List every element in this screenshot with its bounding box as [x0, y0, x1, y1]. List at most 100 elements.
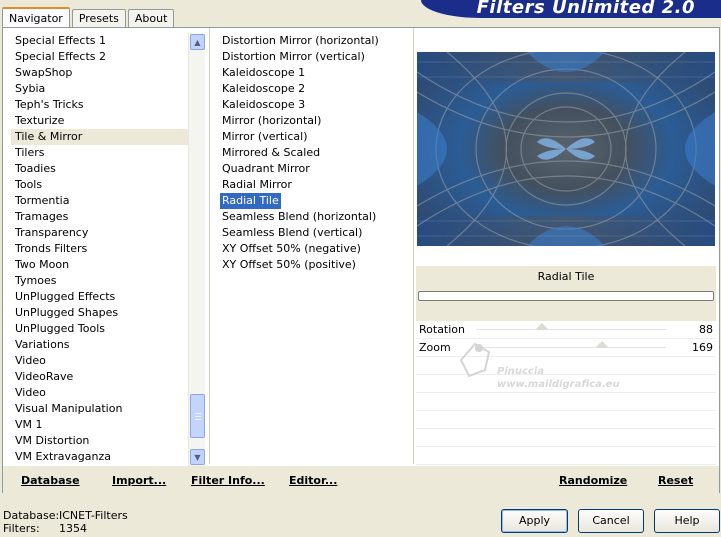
parameter-area: Rotation 88 Zoom 169	[416, 321, 716, 465]
database-link[interactable]: Database	[21, 474, 80, 487]
tab-presets[interactable]: Presets	[71, 9, 126, 27]
filter-item[interactable]: XY Offset 50% (negative)	[220, 241, 363, 257]
category-list[interactable]: Special Effects 1 Special Effects 2 SwapSh…	[11, 33, 191, 466]
app-banner: Filters Unlimited 2.0	[421, 0, 721, 18]
status-filters: Filters: 1354	[3, 522, 128, 535]
category-item[interactable]: Tilers	[11, 145, 191, 161]
category-item[interactable]: UnPlugged Shapes	[11, 305, 191, 321]
category-item[interactable]: Visual Manipulation	[11, 401, 191, 417]
category-item[interactable]: Tronds Filters	[11, 241, 191, 257]
filter-row: Distortion Mirror (vertical)	[220, 49, 410, 65]
slider-track[interactable]	[476, 329, 666, 330]
category-item[interactable]: UnPlugged Effects	[11, 289, 191, 305]
status-value: 1354	[59, 522, 87, 535]
slider-thumb[interactable]	[534, 323, 549, 330]
filter-item[interactable]: Seamless Blend (horizontal)	[220, 209, 378, 225]
filter-row: Mirror (horizontal)	[220, 113, 410, 129]
category-item[interactable]: Two Moon	[11, 257, 191, 273]
slider-track[interactable]	[476, 347, 666, 348]
status-area: Database: ICNET-Filters Filters: 1354	[3, 509, 128, 535]
category-item[interactable]: Video	[11, 353, 191, 369]
divider	[413, 28, 414, 464]
status-label: Filters:	[3, 522, 40, 535]
slider-thumb[interactable]	[594, 341, 609, 348]
category-item[interactable]: VM Distortion	[11, 433, 191, 449]
apply-button[interactable]: Apply	[501, 509, 568, 533]
param-rotation[interactable]: Rotation 88	[416, 321, 716, 339]
filter-row: XY Offset 50% (negative)	[220, 241, 410, 257]
filter-item[interactable]: Kaleidoscope 1	[220, 65, 307, 81]
filter-row: Mirrored & Scaled	[220, 145, 410, 161]
category-item[interactable]: Special Effects 1	[11, 33, 191, 49]
category-item[interactable]: Transparency	[11, 225, 191, 241]
category-item[interactable]: Tile & Mirror	[11, 129, 191, 145]
category-item[interactable]: Tymoes	[11, 273, 191, 289]
category-item[interactable]: Sybia	[11, 81, 191, 97]
grip-line	[195, 419, 201, 420]
filter-row: Radial Tile	[220, 193, 410, 209]
import-link[interactable]: Import...	[112, 474, 166, 487]
filter-row: Seamless Blend (vertical)	[220, 225, 410, 241]
navigator-panel: Special Effects 1 Special Effects 2 SwapSh…	[2, 27, 720, 493]
scroll-thumb[interactable]	[190, 394, 205, 438]
tab-navigator[interactable]: Navigator	[2, 7, 70, 28]
grip-line	[195, 416, 201, 417]
filter-item[interactable]: Radial Mirror	[220, 177, 294, 193]
help-button[interactable]: Help	[654, 509, 720, 533]
preview-artwork	[417, 52, 715, 246]
status-label: Database:	[3, 509, 60, 522]
filter-item[interactable]: Radial Tile	[220, 193, 281, 209]
filter-item[interactable]: Distortion Mirror (vertical)	[220, 49, 367, 65]
category-item[interactable]: Teph's Tricks	[11, 97, 191, 113]
param-label: Rotation	[419, 323, 466, 336]
param-empty-row	[416, 393, 716, 411]
randomize-link[interactable]: Randomize	[559, 474, 627, 487]
category-item[interactable]: Special Effects 2	[11, 49, 191, 65]
editor-link[interactable]: Editor...	[289, 474, 337, 487]
cancel-button[interactable]: Cancel	[578, 509, 644, 533]
filter-row: Kaleidoscope 1	[220, 65, 410, 81]
category-scrollbar[interactable]: ▲ ▼	[188, 33, 205, 466]
category-item[interactable]: Tramages	[11, 209, 191, 225]
filter-item[interactable]: XY Offset 50% (positive)	[220, 257, 358, 273]
scroll-up-button[interactable]: ▲	[190, 34, 205, 50]
param-empty-row	[416, 411, 716, 429]
grip-line	[195, 413, 201, 414]
category-item[interactable]: Video	[11, 385, 191, 401]
filter-item[interactable]: Seamless Blend (vertical)	[220, 225, 364, 241]
filter-item[interactable]: Distortion Mirror (horizontal)	[220, 33, 381, 49]
category-item[interactable]: UnPlugged Tools	[11, 321, 191, 337]
param-value: 169	[692, 341, 713, 354]
filter-item[interactable]: Mirror (vertical)	[220, 129, 310, 145]
category-item[interactable]: Texturize	[11, 113, 191, 129]
chevron-up-icon: ▲	[194, 37, 201, 47]
status-value: ICNET-Filters	[59, 509, 128, 522]
category-item[interactable]: Variations	[11, 337, 191, 353]
category-item[interactable]: Toadies	[11, 161, 191, 177]
category-item[interactable]: SwapShop	[11, 65, 191, 81]
filter-item[interactable]: Kaleidoscope 3	[220, 97, 307, 113]
param-zoom[interactable]: Zoom 169	[416, 339, 716, 357]
param-label: Zoom	[419, 341, 451, 354]
category-item[interactable]: VM 1	[11, 417, 191, 433]
category-item[interactable]: VideoRave	[11, 369, 191, 385]
filter-item[interactable]: Quadrant Mirror	[220, 161, 312, 177]
category-item[interactable]: Tools	[11, 177, 191, 193]
filter-controls: Radial Tile Rotation 88 Zoom 169	[416, 266, 716, 465]
filter-row: Quadrant Mirror	[220, 161, 410, 177]
filter-list[interactable]: Distortion Mirror (horizontal) Distortion…	[220, 33, 410, 466]
reset-link[interactable]: Reset	[658, 474, 693, 487]
category-item[interactable]: Tormentia	[11, 193, 191, 209]
filter-item[interactable]: Mirrored & Scaled	[220, 145, 322, 161]
filter-item[interactable]: Mirror (horizontal)	[220, 113, 323, 129]
progress-bar	[418, 291, 714, 301]
tab-about[interactable]: About	[127, 9, 175, 27]
category-item[interactable]: VM Extravaganza	[11, 449, 191, 465]
tab-strip: Navigator Presets About	[2, 5, 176, 28]
action-bar: Database Import... Filter Info... Editor…	[3, 466, 719, 493]
param-empty-row	[416, 429, 716, 447]
scroll-down-button[interactable]: ▼	[190, 449, 205, 465]
filter-item[interactable]: Kaleidoscope 2	[220, 81, 307, 97]
filter-row: Kaleidoscope 2	[220, 81, 410, 97]
filter-info-link[interactable]: Filter Info...	[191, 474, 265, 487]
